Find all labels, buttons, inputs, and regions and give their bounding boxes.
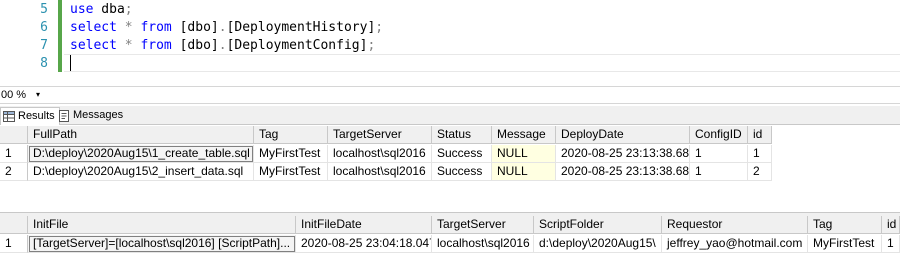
line-number-6: 6 [40, 20, 48, 35]
results-grid-icon [3, 111, 15, 122]
column-header[interactable]: ConfigID [690, 126, 748, 144]
table-cell[interactable]: localhost\sql2016 [432, 235, 534, 253]
table-cell[interactable]: Success [432, 145, 492, 163]
sql-operator: . [218, 20, 227, 35]
tab-messages-label: Messages [73, 109, 124, 121]
column-header[interactable]: DeployDate [556, 126, 690, 144]
row-header-corner[interactable] [0, 216, 28, 234]
column-header[interactable]: ScriptFolder [534, 216, 662, 234]
sql-operator: * [124, 38, 133, 53]
text-caret [70, 55, 71, 71]
results-grid-deployment-config[interactable]: InitFile InitFileDate TargetServer Scrip… [0, 216, 900, 253]
table-cell[interactable]: MyFirstTest [254, 163, 328, 181]
table-cell[interactable]: D:\deploy\2020Aug15\2_insert_data.sql [28, 163, 254, 181]
tab-results-label: Results [18, 110, 55, 122]
sql-identifier [117, 20, 125, 35]
sql-identifier: [dbo] [171, 20, 219, 35]
row-header-corner[interactable] [0, 126, 28, 144]
row-number[interactable]: 2 [0, 163, 28, 181]
code-line-5[interactable]: use dba; [70, 1, 133, 19]
table-cell[interactable]: localhost\sql2016 [328, 163, 432, 181]
code-line-7[interactable]: select * from [dbo].[DeploymentConfig]; [70, 37, 375, 55]
sql-keyword: use [70, 2, 94, 17]
table-cell[interactable]: localhost\sql2016 [328, 145, 432, 163]
table-cell[interactable]: 1 [690, 163, 748, 181]
row-number[interactable]: 1 [0, 145, 28, 163]
column-header[interactable]: id [748, 126, 772, 144]
table-cell[interactable]: [TargetServer]=[localhost\sql2016] [Scri… [28, 235, 296, 253]
sql-keyword: select [70, 38, 117, 53]
table-cell[interactable]: MyFirstTest [808, 235, 882, 253]
line-number-5: 5 [40, 2, 48, 17]
sql-keyword: from [140, 38, 172, 53]
sql-identifier: dba [93, 2, 125, 17]
table-cell[interactable]: d:\deploy\2020Aug15\ [534, 235, 662, 253]
table-cell[interactable]: MyFirstTest [254, 145, 328, 163]
sql-operator: ; [375, 20, 384, 35]
column-header[interactable]: Status [432, 126, 492, 144]
results-tabstrip: Results Messages [0, 106, 900, 125]
table-cell[interactable]: 2 [748, 163, 772, 181]
column-header[interactable]: Requestor [662, 216, 808, 234]
table-cell[interactable]: D:\deploy\2020Aug15\1_create_table.sql [28, 145, 254, 163]
sql-identifier: [DeploymentHistory] [226, 20, 376, 35]
sql-identifier [117, 38, 125, 53]
code-line-6[interactable]: select * from [dbo].[DeploymentHistory]; [70, 19, 383, 37]
change-indicator-bar [58, 0, 62, 72]
sql-operator: . [218, 38, 227, 53]
column-header[interactable]: TargetServer [432, 216, 534, 234]
tab-results[interactable]: Results [0, 107, 60, 125]
current-line-highlight [64, 54, 900, 72]
table-cell[interactable]: 2020-08-25 23:04:18.047 [296, 235, 432, 253]
sql-operator: ; [367, 38, 376, 53]
table-cell[interactable]: 2020-08-25 23:13:38.687 [556, 163, 690, 181]
messages-icon [59, 109, 69, 122]
column-header[interactable]: InitFile [28, 216, 296, 234]
sql-operator: ; [124, 2, 133, 17]
table-cell[interactable]: jeffrey_yao@hotmail.com [662, 235, 808, 253]
sql-keyword: from [140, 20, 172, 35]
query-editor[interactable]: 5 6 7 8 use dba; select * from [dbo].[De… [0, 0, 900, 84]
sql-identifier: [dbo] [171, 38, 219, 53]
chevron-down-icon: ▾ [36, 90, 41, 99]
column-header[interactable]: Tag [254, 126, 328, 144]
column-header[interactable]: InitFileDate [296, 216, 432, 234]
line-number-8: 8 [40, 56, 48, 71]
row-number[interactable]: 1 [0, 235, 28, 253]
zoom-value: 00 % [1, 89, 27, 101]
results-grid-deployment-history[interactable]: FullPath Tag TargetServer Status Message… [0, 126, 900, 182]
sql-identifier: [DeploymentConfig] [226, 38, 368, 53]
line-number-7: 7 [40, 38, 48, 53]
table-cell-null[interactable]: NULL [492, 163, 556, 181]
sql-keyword: select [70, 20, 117, 35]
table-cell-null[interactable]: NULL [492, 145, 556, 163]
table-cell[interactable]: 1 [690, 145, 748, 163]
table-cell[interactable]: 1 [748, 145, 772, 163]
column-header[interactable]: Message [492, 126, 556, 144]
column-header[interactable]: id [882, 216, 900, 234]
table-cell[interactable]: Success [432, 163, 492, 181]
zoom-dropdown[interactable]: 00 % ▾ [0, 88, 46, 102]
column-header[interactable]: FullPath [28, 126, 254, 144]
column-header[interactable]: TargetServer [328, 126, 432, 144]
tab-messages[interactable]: Messages [56, 107, 127, 124]
editor-status-bar: 00 % ▾ [0, 86, 900, 104]
table-cell[interactable]: 1 [882, 235, 900, 253]
table-cell[interactable]: 2020-08-25 23:13:38.687 [556, 145, 690, 163]
sql-operator: * [124, 20, 133, 35]
column-header[interactable]: Tag [808, 216, 882, 234]
